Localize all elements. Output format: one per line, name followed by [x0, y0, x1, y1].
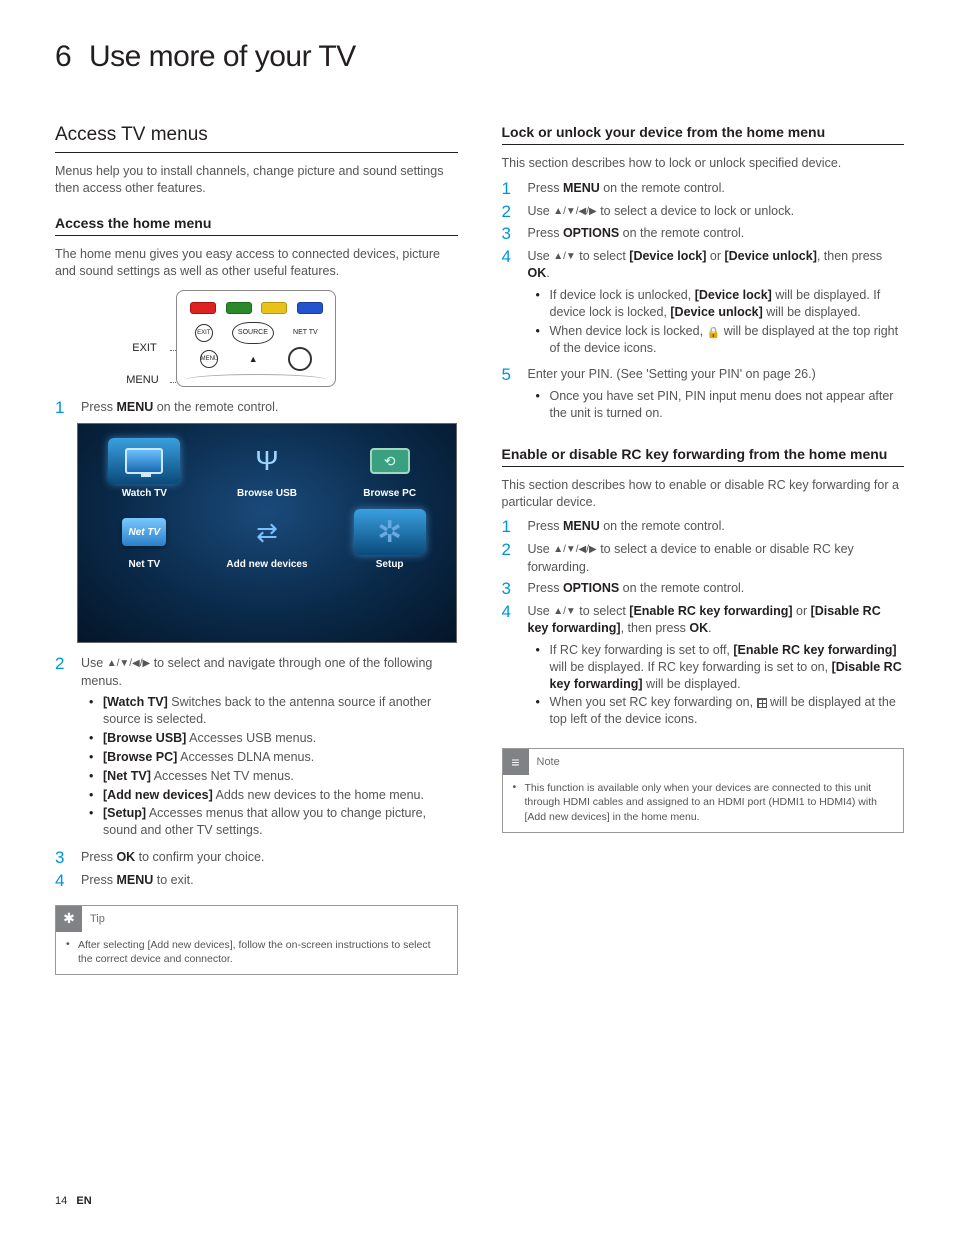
- right-column: Lock or unlock your device from the home…: [502, 124, 905, 975]
- menu-watch-tv: Watch TV: [96, 438, 193, 499]
- rc-forwarding-icon: [757, 698, 767, 708]
- rc-step-3: 3Press OPTIONS on the remote control.: [502, 580, 905, 599]
- note-icon: ≡: [503, 749, 529, 775]
- lock-step-1: 1Press MENU on the remote control.: [502, 180, 905, 199]
- step-3: 3 Press OK to confirm your choice.: [55, 849, 458, 868]
- page-footer: 14 EN: [55, 1195, 92, 1207]
- gear-icon: ✲: [377, 515, 402, 550]
- menu-setup: ✲Setup: [341, 509, 438, 570]
- nettv-icon: Net TV: [122, 518, 166, 546]
- left-column: Access TV menus Menus help you to instal…: [55, 124, 458, 975]
- lock-step-2: 2Use ▲/▼/◀/▶ to select a device to lock …: [502, 203, 905, 222]
- menu-net-tv: Net TVNet TV: [96, 509, 193, 570]
- tip-box: ✱ Tip After selecting [Add new devices],…: [55, 905, 458, 975]
- opt-watch-tv: [Watch TV] Switches back to the antenna …: [103, 694, 458, 728]
- lock-intro: This section describes how to lock or un…: [502, 155, 905, 172]
- remote-exit-button: EXIT: [195, 324, 213, 342]
- note-text: This function is available only when you…: [503, 775, 904, 832]
- sub-rc-forwarding: Enable or disable RC key forwarding from…: [502, 446, 905, 467]
- step-4: 4 Press MENU to exit.: [55, 872, 458, 891]
- lock-step-4b2: When device lock is locked, 🔒 will be di…: [550, 323, 905, 357]
- menu-browse-pc: Browse PC: [341, 438, 438, 499]
- tv-icon: [125, 448, 163, 474]
- lock-step-4b1: If device lock is unlocked, [Device lock…: [550, 287, 905, 321]
- callout-menu: MENU: [126, 374, 158, 386]
- remote-menu-button: MENU: [200, 350, 218, 368]
- step-2: 2 Use ▲/▼/◀/▶ to select and navigate thr…: [55, 655, 458, 845]
- menu-browse-usb: ΨBrowse USB: [219, 438, 316, 499]
- remote-nettv-label: NET TV: [293, 329, 318, 336]
- callout-exit: EXIT: [132, 342, 156, 354]
- page-number: 14: [55, 1195, 67, 1207]
- lock-step-4: 4 Use ▲/▼ to select [Device lock] or [De…: [502, 248, 905, 363]
- home-menu-intro: The home menu gives you easy access to c…: [55, 246, 458, 280]
- chapter-title: 6Use more of your TV: [55, 40, 904, 74]
- page-lang: EN: [76, 1195, 91, 1207]
- remote-red-button: [190, 302, 216, 314]
- note-box: ≡ Note This function is available only w…: [502, 748, 905, 833]
- pc-icon: [370, 448, 410, 474]
- section-access-tv-menus: Access TV menus: [55, 124, 458, 153]
- lock-icon: 🔒: [707, 327, 721, 339]
- lock-step-5: 5Enter your PIN. (See 'Setting your PIN'…: [502, 366, 905, 427]
- add-devices-icon: [256, 517, 278, 548]
- tip-icon: ✱: [56, 906, 82, 932]
- rc-step-4: 4 Use ▲/▼ to select [Enable RC key forwa…: [502, 603, 905, 734]
- remote-blue-button: [297, 302, 323, 314]
- lock-step-5b1: Once you have set PIN, PIN input menu do…: [550, 388, 905, 422]
- remote-green-button: [226, 302, 252, 314]
- rc-step-4b1: If RC key forwarding is set to off, [Ena…: [550, 642, 905, 693]
- sub-access-home-menu: Access the home menu: [55, 215, 458, 236]
- sub-lock-unlock: Lock or unlock your device from the home…: [502, 124, 905, 145]
- rc-intro: This section describes how to enable or …: [502, 477, 905, 511]
- rc-step-2: 2Use ▲/▼/◀/▶ to select a device to enabl…: [502, 541, 905, 576]
- intro-text: Menus help you to install channels, chan…: [55, 163, 458, 197]
- tip-text: After selecting [Add new devices], follo…: [56, 932, 457, 974]
- rc-step-4b2: When you set RC key forwarding on, will …: [550, 694, 905, 728]
- opt-browse-usb: [Browse USB] Accesses USB menus.: [103, 730, 458, 747]
- opt-setup: [Setup] Accesses menus that allow you to…: [103, 805, 458, 839]
- rc-step-1: 1Press MENU on the remote control.: [502, 518, 905, 537]
- opt-add-devices: [Add new devices] Adds new devices to th…: [103, 787, 458, 804]
- lock-step-3: 3Press OPTIONS on the remote control.: [502, 225, 905, 244]
- opt-browse-pc: [Browse PC] Accesses DLNA menus.: [103, 749, 458, 766]
- usb-icon: Ψ: [255, 445, 278, 477]
- remote-ok-ring: [288, 347, 312, 371]
- remote-diagram: EXIT MENU EXIT SOURCE NET TV MENU ▲: [55, 290, 458, 387]
- remote-yellow-button: [261, 302, 287, 314]
- opt-net-tv: [Net TV] Accesses Net TV menus.: [103, 768, 458, 785]
- step-1: 1 Press MENU on the remote control.: [55, 399, 458, 418]
- remote-source-button: SOURCE: [232, 322, 274, 344]
- home-menu-screenshot: Watch TV ΨBrowse USB Browse PC Net TVNet…: [77, 423, 457, 643]
- menu-add-devices: Add new devices: [219, 509, 316, 570]
- chapter-number: 6: [55, 40, 89, 74]
